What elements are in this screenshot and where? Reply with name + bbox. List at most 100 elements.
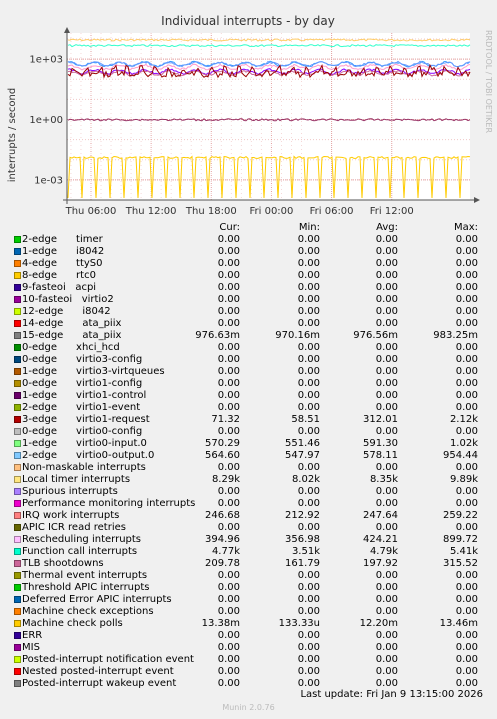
legend-swatch — [14, 380, 21, 387]
legend-swatch — [14, 356, 21, 363]
legend-row: Machine check polls 13.38m 133.33u 12.20m 13… — [0, 618, 497, 630]
legend-max: 0.00 — [455, 522, 478, 533]
legend-swatch — [14, 260, 21, 267]
legend-min: 0.00 — [297, 354, 320, 365]
legend-cur: 0.00 — [217, 498, 240, 509]
legend-swatch — [14, 560, 21, 567]
legend-swatch — [14, 344, 21, 351]
legend-swatch — [14, 248, 21, 255]
legend-avg: 0.00 — [375, 666, 398, 677]
legend-cur: 0.00 — [217, 426, 240, 437]
legend-max: 0.00 — [455, 606, 478, 617]
legend-row: Machine check exceptions 0.00 0.00 0.00 0.00 — [0, 606, 497, 618]
legend-cur: 0.00 — [217, 462, 240, 473]
legend-avg: 0.00 — [375, 282, 398, 293]
y-tick-label: 1e+03 — [29, 55, 63, 66]
interrupts-chart: Individual interrupts - by day interrupt… — [0, 0, 497, 222]
legend-row: Rescheduling interrupts 394.96 356.98 424.2… — [0, 534, 497, 546]
legend-avg: 0.00 — [375, 570, 398, 581]
legend-avg: 976.56m — [353, 330, 398, 341]
legend-name: 10-fasteoi virtio2 — [22, 294, 114, 305]
legend-min: 0.00 — [297, 258, 320, 269]
legend-max: 5.41k — [449, 546, 478, 557]
legend-name: 1-edge i8042 — [22, 246, 105, 257]
legend-swatch — [14, 488, 21, 495]
legend-avg: 0.00 — [375, 582, 398, 593]
legend-min: 970.16m — [275, 330, 320, 341]
legend-cur: 0.00 — [217, 294, 240, 305]
legend-avg: 0.00 — [375, 522, 398, 533]
legend-max: 0.00 — [455, 342, 478, 353]
legend-max: 983.25m — [433, 330, 478, 341]
legend-name: 2-edge timer — [22, 234, 103, 245]
legend-swatch — [14, 500, 21, 507]
legend-row: Posted-interrupt notification event 0.00 0… — [0, 654, 497, 666]
munin-footer: Munin 2.0.76 — [222, 703, 275, 712]
legend-row: 9-fasteoi acpi 0.00 0.00 0.00 0.00 — [0, 282, 497, 294]
legend-swatch — [14, 284, 21, 291]
legend-swatch — [14, 332, 21, 339]
legend-max: 0.00 — [455, 642, 478, 653]
legend-max: 0.00 — [455, 462, 478, 473]
legend-avg: 247.64 — [363, 510, 398, 521]
legend-avg: 312.01 — [363, 414, 398, 425]
legend-cur: 0.00 — [217, 366, 240, 377]
legend-name: APIC ICR read retries — [22, 522, 126, 533]
legend-avg: 0.00 — [375, 294, 398, 305]
legend-row: ERR 0.00 0.00 0.00 0.00 — [0, 630, 497, 642]
legend-max: 0.00 — [455, 366, 478, 377]
legend-max: 0.00 — [455, 282, 478, 293]
legend-avg: 0.00 — [375, 606, 398, 617]
legend-cur: 0.00 — [217, 678, 240, 689]
legend-min: 547.97 — [285, 450, 320, 461]
legend-header-cur: Cur: — [219, 222, 240, 233]
legend-cur: 564.60 — [205, 450, 240, 461]
legend-cur: 0.00 — [217, 642, 240, 653]
legend-cur: 0.00 — [217, 306, 240, 317]
legend-max: 0.00 — [455, 654, 478, 665]
legend-row: 0-edge virtio0-config 0.00 0.00 0.00 0.00 — [0, 426, 497, 438]
legend-row: Performance monitoring interrupts 0.00 0.0… — [0, 498, 497, 510]
legend-min: 0.00 — [297, 426, 320, 437]
legend-row: 15-edge ata_piix 976.63m 970.16m 976.56m 983… — [0, 330, 497, 342]
legend-swatch — [14, 452, 21, 459]
legend-swatch — [14, 668, 21, 675]
legend-cur: 0.00 — [217, 594, 240, 605]
legend-name: 4-edge ttyS0 — [22, 258, 103, 269]
legend-min: 0.00 — [297, 654, 320, 665]
legend-avg: 0.00 — [375, 270, 398, 281]
legend-cur: 0.00 — [217, 630, 240, 641]
legend-row: Spurious interrupts 0.00 0.00 0.00 0.00 — [0, 486, 497, 498]
legend-cur: 246.68 — [205, 510, 240, 521]
legend-avg: 0.00 — [375, 390, 398, 401]
legend-swatch — [14, 632, 21, 639]
legend-swatch — [14, 392, 21, 399]
legend-cur: 394.96 — [205, 534, 240, 545]
legend-row: 2-edge timer 0.00 0.00 0.00 0.00 — [0, 234, 497, 246]
legend-cur: 570.29 — [205, 438, 240, 449]
legend-name: Machine check exceptions — [22, 606, 154, 617]
legend-cur: 0.00 — [217, 270, 240, 281]
legend-max: 0.00 — [455, 402, 478, 413]
legend-cur: 976.63m — [195, 330, 240, 341]
legend-min: 8.02k — [291, 474, 320, 485]
legend-avg: 0.00 — [375, 486, 398, 497]
legend-max: 0.00 — [455, 318, 478, 329]
legend-name: 0-edge xhci_hcd — [22, 342, 120, 353]
legend-name: Posted-interrupt notification event — [22, 654, 194, 665]
legend-swatch — [14, 416, 21, 423]
legend-avg: 0.00 — [375, 654, 398, 665]
legend-max: 9.89k — [449, 474, 478, 485]
legend-cur: 8.29k — [211, 474, 240, 485]
legend-max: 0.00 — [455, 234, 478, 245]
legend-row: 2-edge virtio0-output.0 564.60 547.97 578.1… — [0, 450, 497, 462]
legend-swatch — [14, 596, 21, 603]
legend-name: 9-fasteoi acpi — [22, 282, 97, 293]
legend-row: 0-edge virtio3-config 0.00 0.00 0.00 0.00 — [0, 354, 497, 366]
legend-swatch — [14, 272, 21, 279]
legend-min: 212.92 — [285, 510, 320, 521]
legend-min: 0.00 — [297, 462, 320, 473]
rrdtool-watermark: RRDTOOL / TOBI OETIKER — [484, 30, 493, 134]
legend-max: 0.00 — [455, 666, 478, 677]
legend-row: 1-edge virtio3-virtqueues 0.00 0.00 0.00 0.0… — [0, 366, 497, 378]
